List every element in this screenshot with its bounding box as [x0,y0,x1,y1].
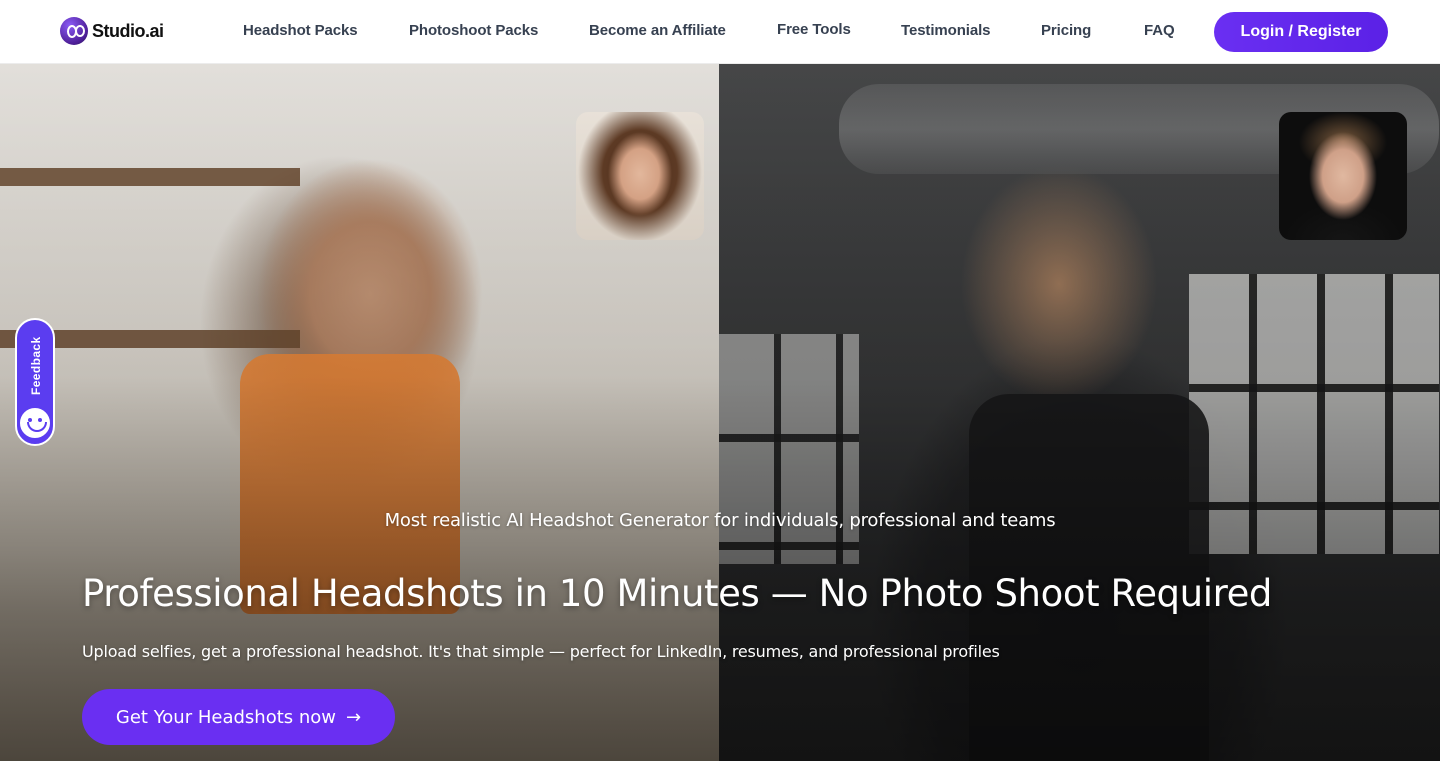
hero-tagline: Most realistic AI Headshot Generator for… [384,510,1056,531]
nav-faq[interactable]: FAQ [1144,22,1175,39]
cta-label: Get Your Headshots now [115,706,337,728]
main-menu: Headshot Packs Photoshoot Packs Become a… [0,0,1200,64]
smiley-icon [18,406,52,440]
hero-headline: Professional Headshots in 10 Minutes — N… [82,572,1273,615]
login-register-button[interactable]: Login / Register [1214,12,1388,52]
hero-subtext: Upload selfies, get a professional heads… [82,642,1000,661]
nav-testimonials[interactable]: Testimonials [901,22,990,39]
man-selfie-thumbnail [1279,112,1407,240]
nav-pricing[interactable]: Pricing [1041,22,1091,39]
arrow-right-icon: → [346,706,362,728]
nav-photoshoot-packs[interactable]: Photoshoot Packs [409,22,538,39]
feedback-tab[interactable]: Feedback [15,318,55,446]
top-navigation: Studio.ai Headshot Packs Photoshoot Pack… [0,0,1440,64]
nav-become-affiliate[interactable]: Become an Affiliate [589,22,726,39]
nav-headshot-packs[interactable]: Headshot Packs [243,22,358,39]
get-headshots-button[interactable]: Get Your Headshots now → [82,689,395,745]
nav-free-tools[interactable]: Free Tools [777,21,851,38]
feedback-label: Feedback [29,336,43,396]
woman-selfie-thumbnail [576,112,704,240]
hero-section: Most realistic AI Headshot Generator for… [0,64,1440,761]
